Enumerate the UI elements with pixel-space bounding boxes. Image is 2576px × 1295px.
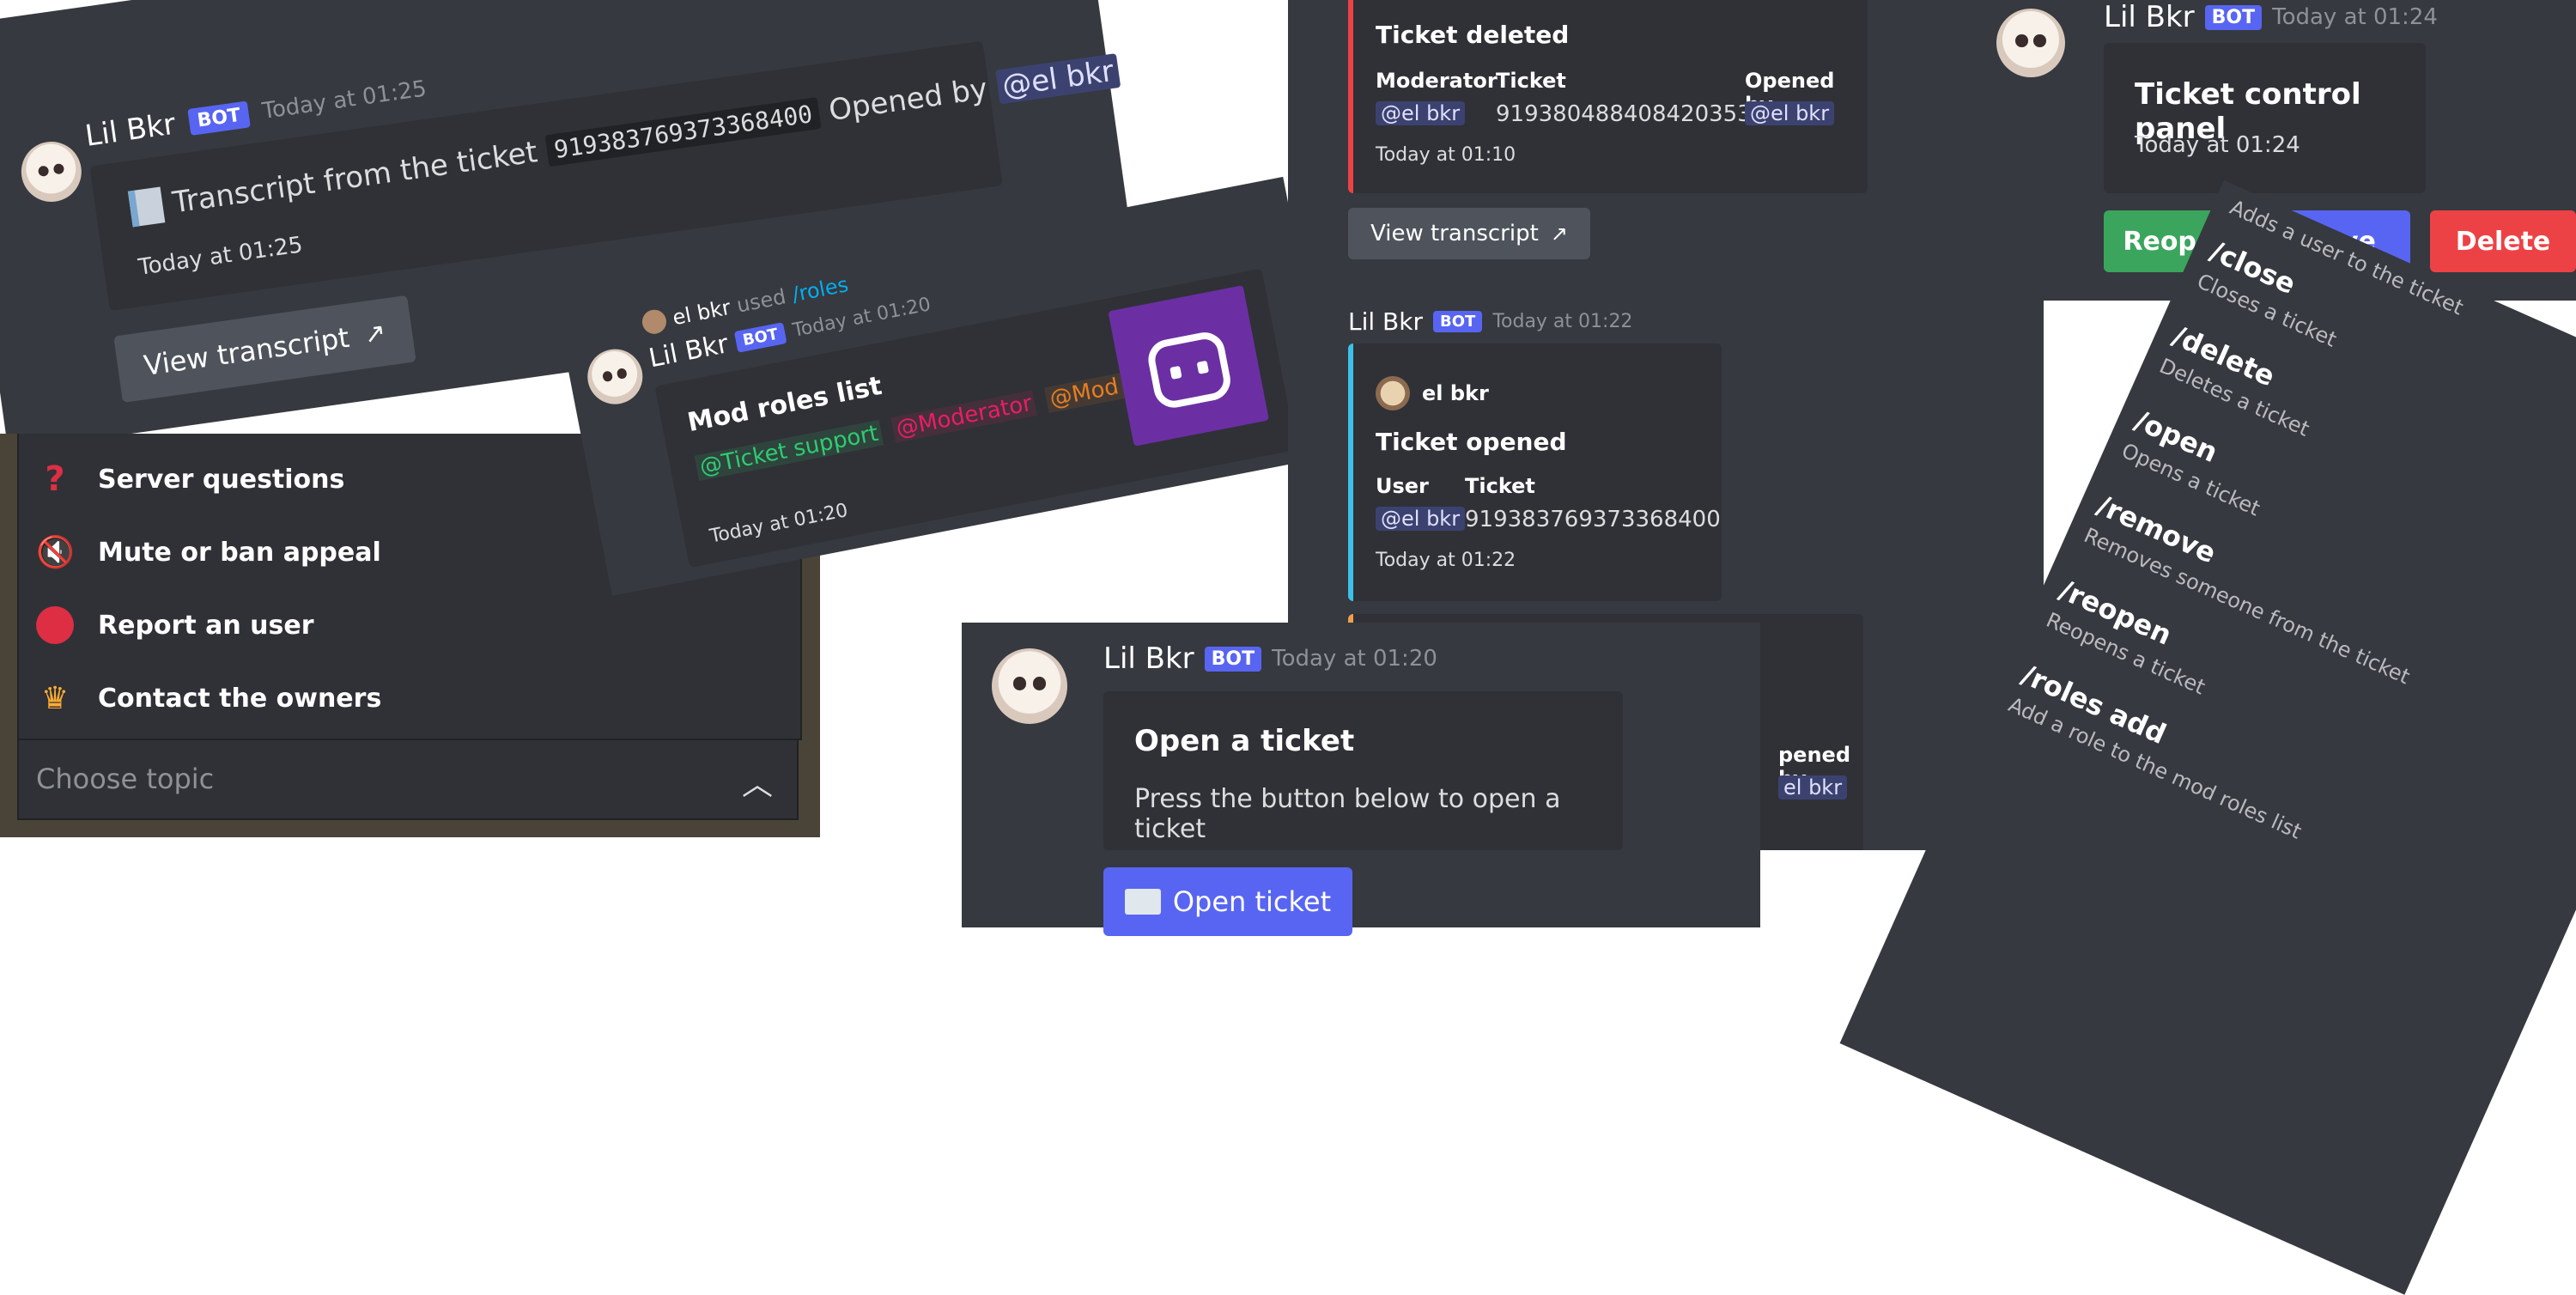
message-timestamp: Today at 01:24 xyxy=(2272,4,2438,30)
transcript-text: Transcript from the ticket xyxy=(170,135,540,221)
bot-name[interactable]: Lil Bkr xyxy=(1348,307,1423,336)
embed-description: Press the button below to open a ticket xyxy=(1134,784,1561,844)
bot-name[interactable]: Lil Bkr xyxy=(1103,641,1194,676)
bot-avatar[interactable] xyxy=(17,137,86,206)
open-ticket-label: Open ticket xyxy=(1172,885,1332,918)
bot-badge: BOT xyxy=(1204,646,1262,672)
topic-option-label: Server questions xyxy=(98,464,345,495)
topic-option-label: Report an user xyxy=(98,610,314,641)
newspaper-icon xyxy=(127,186,166,228)
embed-title: Open a ticket xyxy=(1134,724,1355,758)
moderator-field-label: Moderator xyxy=(1376,69,1498,93)
bot-badge: BOT xyxy=(2204,4,2263,30)
question-mark-icon: ? xyxy=(45,459,65,499)
crown-icon: ♛ xyxy=(40,680,70,716)
embed-timestamp: Today at 01:20 xyxy=(708,500,850,548)
bot-name[interactable]: Lil Bkr xyxy=(83,107,178,154)
bot-avatar[interactable] xyxy=(992,648,1067,724)
ticket-id-code: 919383769373368400 xyxy=(544,96,822,167)
topic-option[interactable]: Report an user xyxy=(36,601,314,649)
bot-avatar[interactable] xyxy=(582,344,647,410)
topic-select-placeholder: Choose topic xyxy=(36,763,215,795)
bot-name[interactable]: Lil Bkr xyxy=(2104,0,2195,34)
opened-by-label: Opened by xyxy=(826,71,990,129)
user-mention[interactable]: @el bkr xyxy=(994,53,1121,105)
topic-option[interactable]: ? Server questions xyxy=(36,455,344,503)
control-panel-embed: Ticket control panel Today at 01:24 xyxy=(2104,43,2426,193)
ticket-field-label: Ticket xyxy=(1465,474,1535,498)
open-ticket-message: Lil Bkr BOT Today at 01:20 Open a ticket… xyxy=(962,623,1760,936)
view-transcript-label: View transcript xyxy=(1370,221,1539,246)
topic-option-label: Contact the owners xyxy=(98,683,382,714)
opened-by-mention[interactable]: @el bkr xyxy=(1745,101,1835,125)
embed-timestamp: Today at 01:25 xyxy=(137,232,305,281)
bot-name[interactable]: Lil Bkr xyxy=(647,329,731,374)
topic-option[interactable]: 🔇 Mute or ban appeal xyxy=(36,528,381,576)
bot-avatar[interactable] xyxy=(1996,9,2065,77)
open-ticket-button[interactable]: Open ticket xyxy=(1103,867,1352,936)
angry-face-icon xyxy=(36,606,74,644)
embed-author: el bkr xyxy=(1422,381,1489,405)
message-timestamp: Today at 01:22 xyxy=(1492,311,1633,332)
user-field-label: User xyxy=(1376,474,1429,498)
command-item[interactable]: /open Opens a ticket xyxy=(2118,404,2279,520)
external-link-icon: ↗ xyxy=(361,317,388,350)
ticket-opened-embed: el bkr Ticket opened User @el bkr Ticket… xyxy=(1348,344,1722,601)
reply-command[interactable]: /roles xyxy=(790,272,850,307)
embed-timestamp: Today at 01:24 xyxy=(2135,132,2300,158)
delete-button[interactable]: Delete xyxy=(2430,210,2576,272)
author-avatar xyxy=(1376,376,1410,410)
delete-button-label: Delete xyxy=(2455,226,2551,257)
topic-select-input[interactable]: Choose topic ︿ xyxy=(17,739,799,820)
message-timestamp: Today at 01:20 xyxy=(1272,646,1437,672)
bot-badge: BOT xyxy=(1433,311,1483,332)
user-mention[interactable]: @el bkr xyxy=(1376,507,1466,531)
bot-badge: BOT xyxy=(734,322,787,353)
topic-option-label: Mute or ban appeal xyxy=(98,537,381,568)
embed-title: Ticket opened xyxy=(1376,428,1567,456)
embed-timestamp: Today at 01:22 xyxy=(1376,550,1516,571)
opened-by-mention[interactable]: el bkr xyxy=(1778,775,1848,799)
chevron-up-icon[interactable]: ︿ xyxy=(742,759,773,804)
bot-thumbnail-icon xyxy=(1108,285,1269,447)
envelope-icon xyxy=(1124,889,1161,915)
embed-title: Ticket deleted xyxy=(1376,21,1570,49)
message-timestamp: Today at 01:25 xyxy=(260,76,428,125)
ticket-deleted-embed: Ticket deleted Moderator @el bkr Ticket … xyxy=(1348,0,1868,193)
ticket-field-value: 919380488408420353 xyxy=(1496,101,1752,127)
role-mention[interactable]: @Moderator xyxy=(890,390,1038,443)
moderator-mention[interactable]: @el bkr xyxy=(1376,101,1466,125)
embed-timestamp: Today at 01:10 xyxy=(1376,144,1516,166)
view-transcript-button[interactable]: View transcript ↗ xyxy=(113,295,416,404)
bot-badge: BOT xyxy=(186,100,251,136)
ticket-field-value: 919383769373368400 xyxy=(1465,507,1721,532)
external-link-icon: ↗ xyxy=(1550,222,1568,246)
reply-user-avatar xyxy=(640,307,669,337)
muted-speaker-icon: 🔇 xyxy=(36,535,75,570)
open-ticket-embed: Open a ticket Press the button below to … xyxy=(1103,691,1623,850)
view-transcript-button[interactable]: View transcript ↗ xyxy=(1348,208,1590,259)
command-item[interactable]: /roles add Add a role to the mod roles l… xyxy=(2005,658,2320,843)
ticket-field-label: Ticket xyxy=(1496,69,1566,93)
topic-option[interactable]: ♛ Contact the owners xyxy=(36,674,381,722)
view-transcript-label: View transcript xyxy=(142,320,352,382)
reply-user-name: el bkr xyxy=(670,295,733,331)
reply-used-text: used xyxy=(734,284,788,318)
